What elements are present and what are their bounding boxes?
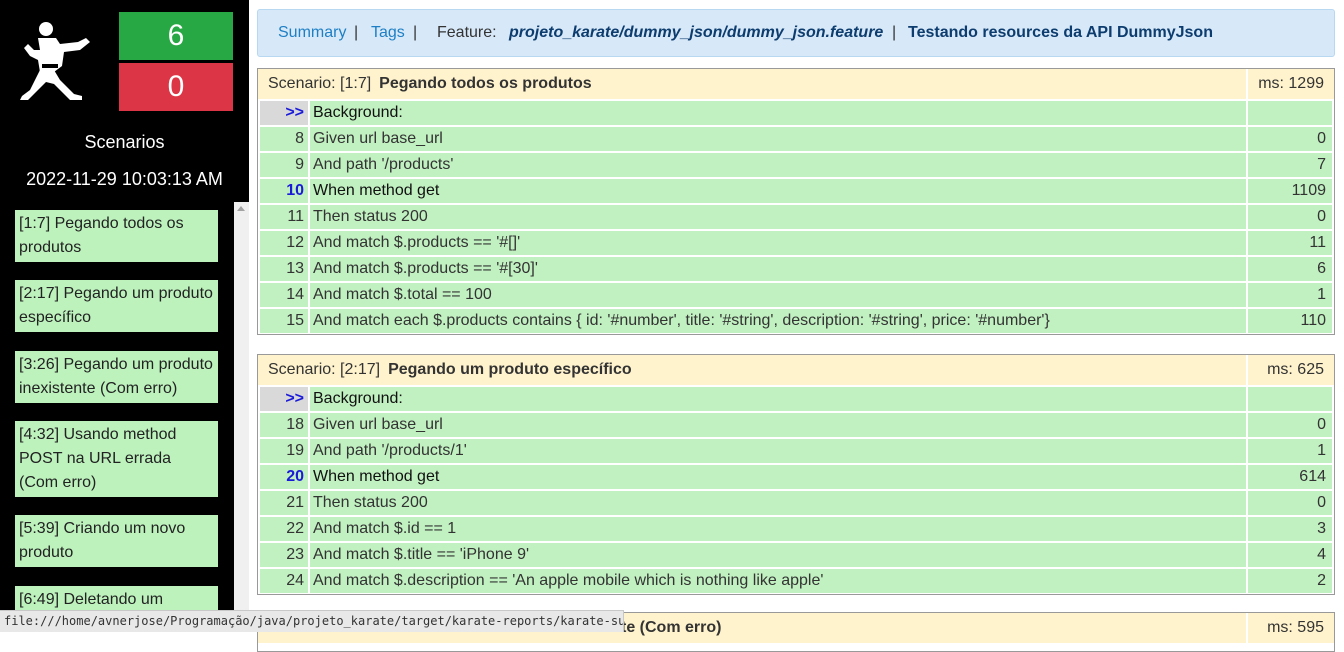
background-toggle[interactable]: >> (260, 387, 308, 411)
step-text: And path '/products/1' (310, 439, 1246, 463)
step-line-number: 22 (260, 517, 308, 541)
summary-link[interactable]: Summary (278, 10, 346, 56)
step-text: And path '/products' (310, 153, 1246, 177)
scenario-name: te (Com erro) (621, 619, 722, 636)
step-duration: 110 (1248, 309, 1332, 333)
karate-kick-icon (20, 20, 98, 104)
step-line-number-link[interactable]: 10 (260, 179, 308, 203)
feature-path: projeto_karate/dummy_json/dummy_json.fea… (509, 24, 884, 41)
tags-link[interactable]: Tags (371, 10, 405, 56)
step-line-number: 18 (260, 413, 308, 437)
scenario-link[interactable]: [5:39] Criando um novo produto (15, 515, 218, 567)
scenario-name: Pegando um produto específico (388, 361, 632, 378)
step-text: Background: (310, 101, 1246, 125)
feature-label: Feature: (437, 24, 497, 41)
nav-separator: | (354, 24, 359, 41)
scenario-table: Scenario: [2:17] Pegando um produto espec… (257, 354, 1335, 595)
scenario-header: Scenario: [1:7] Pegando todos os produtos (258, 69, 1246, 99)
scenario-link[interactable]: [1:7] Pegando todos os produtos (15, 210, 218, 262)
step-duration: 0 (1248, 413, 1332, 437)
scroll-up-arrow-icon[interactable] (237, 206, 245, 211)
scenario-table: Scenario: [1:7] Pegando todos os produtos… (257, 68, 1335, 335)
step-text: And match $.products == '#[]' (310, 231, 1246, 255)
step-text: Background: (310, 387, 1246, 411)
step-line-number: 21 (260, 491, 308, 515)
scenario-duration: ms: 625 (1248, 355, 1334, 385)
report-nav-bar: Summary | Tags | Feature: projeto_karate… (257, 9, 1335, 57)
step-text: And match $.products == '#[30]' (310, 257, 1246, 281)
step-duration: 7 (1248, 153, 1332, 177)
step-line-number: 14 (260, 283, 308, 307)
scenario-link[interactable]: [2:17] Pegando um produto específico (15, 280, 218, 332)
scenario-link[interactable]: [4:32] Usando method POST na URL errada … (15, 421, 218, 497)
step-duration: 0 (1248, 205, 1332, 229)
scenario-duration: ms: 1299 (1248, 69, 1334, 99)
step-line-number: 13 (260, 257, 308, 281)
scenario-link[interactable]: [3:26] Pegando um produto inexistente (C… (15, 351, 218, 403)
report-timestamp: 2022-11-29 10:03:13 AM (26, 169, 223, 189)
scenario-duration: ms: 595 (1248, 613, 1334, 643)
browser-status-bar: file:///home/avnerjose/Programação/java/… (0, 610, 624, 632)
nav-separator: | (892, 24, 897, 41)
step-duration: 0 (1248, 491, 1332, 515)
sidebar-heading: Scenarios (84, 132, 165, 152)
step-text[interactable]: When method get (310, 465, 1246, 489)
step-duration: 11 (1248, 231, 1332, 255)
step-text: Then status 200 (310, 491, 1246, 515)
scenario-label: Scenario: [2:17] (268, 361, 381, 378)
passed-count-badge[interactable]: 6 (119, 12, 233, 60)
sidebar-scrollbar[interactable] (234, 202, 249, 632)
scenario-name: Pegando todos os produtos (379, 75, 592, 92)
step-text[interactable]: When method get (310, 179, 1246, 203)
step-line-number: 23 (260, 543, 308, 567)
step-duration: 2 (1248, 569, 1332, 593)
step-duration: 614 (1248, 465, 1332, 489)
step-text: Then status 200 (310, 205, 1246, 229)
step-line-number: 8 (260, 127, 308, 151)
step-text: And match each $.products contains { id:… (310, 309, 1246, 333)
step-text: And match $.total == 100 (310, 283, 1246, 307)
step-line-number: 24 (260, 569, 308, 593)
scenario-label: Scenario: [1:7] (268, 75, 372, 92)
step-duration: 6 (1248, 257, 1332, 281)
step-duration: 1109 (1248, 179, 1332, 203)
step-duration: 0 (1248, 127, 1332, 151)
scenario-list: [1:7] Pegando todos os produtos [2:17] P… (0, 202, 249, 632)
step-text: And match $.description == 'An apple mob… (310, 569, 1246, 593)
step-duration: 4 (1248, 543, 1332, 567)
step-duration (1248, 387, 1332, 411)
step-duration: 1 (1248, 439, 1332, 463)
step-duration (1248, 101, 1332, 125)
step-duration: 3 (1248, 517, 1332, 541)
feature-description: Testando resources da API DummyJson (908, 24, 1213, 41)
step-line-number: 9 (260, 153, 308, 177)
step-line-number: 11 (260, 205, 308, 229)
background-toggle[interactable]: >> (260, 101, 308, 125)
step-line-number: 19 (260, 439, 308, 463)
step-text: Given url base_url (310, 413, 1246, 437)
nav-separator: | (413, 24, 418, 41)
step-duration: 1 (1248, 283, 1332, 307)
step-line-number: 12 (260, 231, 308, 255)
sidebar: 6 0 Scenarios 2022-11-29 10:03:13 AM [1:… (0, 0, 249, 632)
scenario-header: Scenario: [2:17] Pegando um produto espec… (258, 355, 1246, 385)
step-text: And match $.id == 1 (310, 517, 1246, 541)
step-line-number-link[interactable]: 20 (260, 465, 308, 489)
failed-count-badge[interactable]: 0 (119, 63, 233, 111)
step-text: Given url base_url (310, 127, 1246, 151)
step-text: And match $.title == 'iPhone 9' (310, 543, 1246, 567)
step-line-number: 15 (260, 309, 308, 333)
